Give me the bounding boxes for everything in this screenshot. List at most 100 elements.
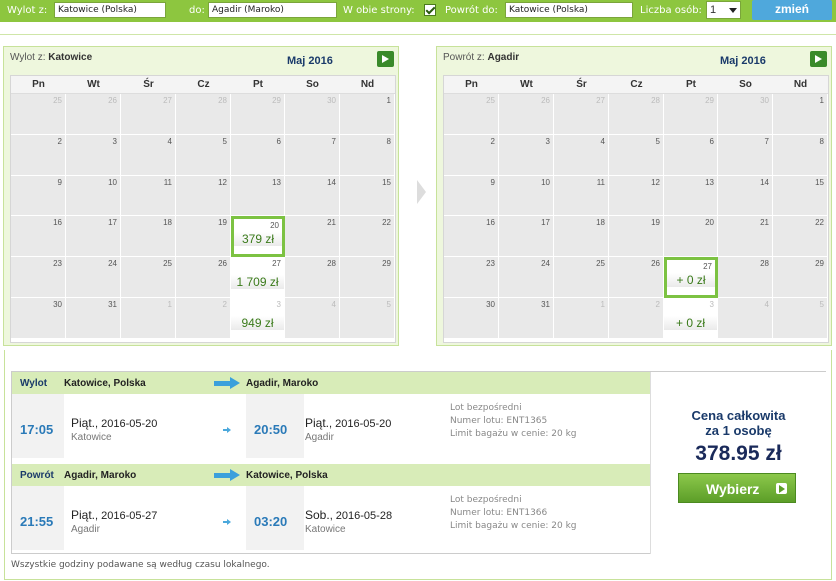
calendar-day[interactable]: 16: [11, 216, 66, 258]
calendar-day[interactable]: 1: [773, 94, 828, 135]
return-input[interactable]: Katowice (Polska): [505, 2, 633, 18]
calendar-day[interactable]: 19: [176, 216, 231, 258]
calendar-day[interactable]: 4: [718, 298, 773, 339]
calendar-day[interactable]: 15: [340, 175, 395, 217]
calendar-day[interactable]: 20 379 zł: [231, 216, 285, 258]
calendar-day[interactable]: 27: [121, 94, 176, 135]
calendar-day[interactable]: 16: [444, 216, 499, 258]
calendar-day[interactable]: 12: [609, 175, 664, 217]
calendar-day[interactable]: 29: [773, 257, 828, 298]
calendar-day[interactable]: 2: [444, 134, 499, 176]
calendar-day[interactable]: 1: [121, 298, 176, 339]
calendar-day[interactable]: 18: [121, 216, 176, 258]
calendar-day[interactable]: 25: [11, 94, 66, 135]
calendar-day[interactable]: 4: [121, 134, 176, 176]
calendar-day[interactable]: 24: [499, 257, 554, 298]
calendar-day[interactable]: 17: [499, 216, 554, 258]
change-button[interactable]: zmień: [752, 0, 832, 20]
calendar-day[interactable]: 7: [718, 134, 773, 176]
calendar-day[interactable]: 3: [66, 134, 121, 176]
calendar-day[interactable]: 10: [499, 175, 554, 217]
persons-value: 1: [710, 4, 717, 16]
calendar-day[interactable]: 24: [66, 257, 121, 298]
calendar-day[interactable]: 17: [66, 216, 121, 258]
day-number: 26: [108, 96, 117, 105]
roundtrip-checkbox[interactable]: [424, 4, 436, 16]
calendar-day[interactable]: 25: [554, 257, 609, 298]
calendar-day[interactable]: 2: [11, 134, 66, 176]
calendar-day[interactable]: 30: [285, 94, 340, 135]
calendar-day[interactable]: 6: [231, 134, 285, 176]
calendar-day[interactable]: 10: [66, 175, 121, 217]
calendar-day[interactable]: 1: [554, 298, 609, 339]
calendar-day[interactable]: 28: [718, 257, 773, 298]
calendar-day[interactable]: 9: [444, 175, 499, 217]
calendar-day[interactable]: 3 949 zł: [231, 298, 285, 339]
calendar-day[interactable]: 1: [340, 94, 395, 135]
calendar-day[interactable]: 30: [444, 298, 499, 339]
calendar-day[interactable]: 28: [285, 257, 340, 298]
calendar-day[interactable]: 13: [231, 175, 285, 217]
calendar-day[interactable]: 8: [773, 134, 828, 176]
calendar-day[interactable]: 28: [176, 94, 231, 135]
day-number: 31: [541, 300, 550, 309]
calendar-day[interactable]: 26: [66, 94, 121, 135]
calendar-day[interactable]: 12: [176, 175, 231, 217]
calendar-day[interactable]: 30: [11, 298, 66, 339]
calendar-day[interactable]: 28: [609, 94, 664, 135]
weekday-header: Nd: [340, 76, 395, 94]
calendar-day[interactable]: 11: [554, 175, 609, 217]
calendar-day[interactable]: 29: [340, 257, 395, 298]
calendar-day[interactable]: 27: [554, 94, 609, 135]
calendar-day[interactable]: 4: [285, 298, 340, 339]
calendar-day[interactable]: 2: [609, 298, 664, 339]
calendar-day[interactable]: 29: [664, 94, 718, 135]
day-number: 29: [815, 259, 824, 269]
calendar-day[interactable]: 13: [664, 175, 718, 217]
calendar-day[interactable]: 25: [444, 94, 499, 135]
day-number: 5: [655, 136, 660, 146]
calendar-day[interactable]: 18: [554, 216, 609, 258]
calendar-day[interactable]: 21: [718, 216, 773, 258]
calendar-day[interactable]: 26: [176, 257, 231, 298]
next-month-arrow-icon[interactable]: [377, 51, 394, 67]
calendar-day[interactable]: 14: [718, 175, 773, 217]
from-input[interactable]: Katowice (Polska): [54, 2, 166, 18]
calendar-day[interactable]: 23: [444, 257, 499, 298]
calendar-day[interactable]: 7: [285, 134, 340, 176]
calendar-day[interactable]: 15: [773, 175, 828, 217]
select-button[interactable]: Wybierz: [678, 473, 796, 503]
calendar-day[interactable]: 22: [340, 216, 395, 258]
calendar-day[interactable]: 3 + 0 zł: [664, 298, 718, 339]
calendar-day[interactable]: 6: [664, 134, 718, 176]
calendar-day[interactable]: 9: [11, 175, 66, 217]
calendar-day[interactable]: 5: [176, 134, 231, 176]
calendar-day[interactable]: 2: [176, 298, 231, 339]
calendar-day[interactable]: 14: [285, 175, 340, 217]
calendar-day[interactable]: 30: [718, 94, 773, 135]
calendar-day[interactable]: 5: [340, 298, 395, 339]
calendar-day[interactable]: 25: [121, 257, 176, 298]
calendar-day[interactable]: 5: [773, 298, 828, 339]
to-input[interactable]: Agadir (Maroko): [208, 2, 337, 18]
calendar-day[interactable]: 23: [11, 257, 66, 298]
calendar-day[interactable]: 26: [609, 257, 664, 298]
calendar-day[interactable]: 20: [664, 216, 718, 258]
calendar-day[interactable]: 26: [499, 94, 554, 135]
calendar-day[interactable]: 31: [499, 298, 554, 339]
calendar-day[interactable]: 27 1 709 zł: [231, 257, 285, 298]
calendar-day[interactable]: 21: [285, 216, 340, 258]
calendar-day[interactable]: 19: [609, 216, 664, 258]
calendar-day[interactable]: 27 + 0 zł: [664, 257, 718, 298]
calendar-day[interactable]: 5: [609, 134, 664, 176]
calendar-day[interactable]: 11: [121, 175, 176, 217]
calendar-day[interactable]: 4: [554, 134, 609, 176]
persons-select[interactable]: 1: [706, 1, 741, 19]
calendar-day[interactable]: 8: [340, 134, 395, 176]
calendar-day[interactable]: 22: [773, 216, 828, 258]
calendar-day[interactable]: 3: [499, 134, 554, 176]
calendar-day[interactable]: 29: [231, 94, 285, 135]
total-price-line1: Cena całkowita: [691, 408, 786, 423]
calendar-day[interactable]: 31: [66, 298, 121, 339]
next-month-arrow-icon[interactable]: [810, 51, 827, 67]
